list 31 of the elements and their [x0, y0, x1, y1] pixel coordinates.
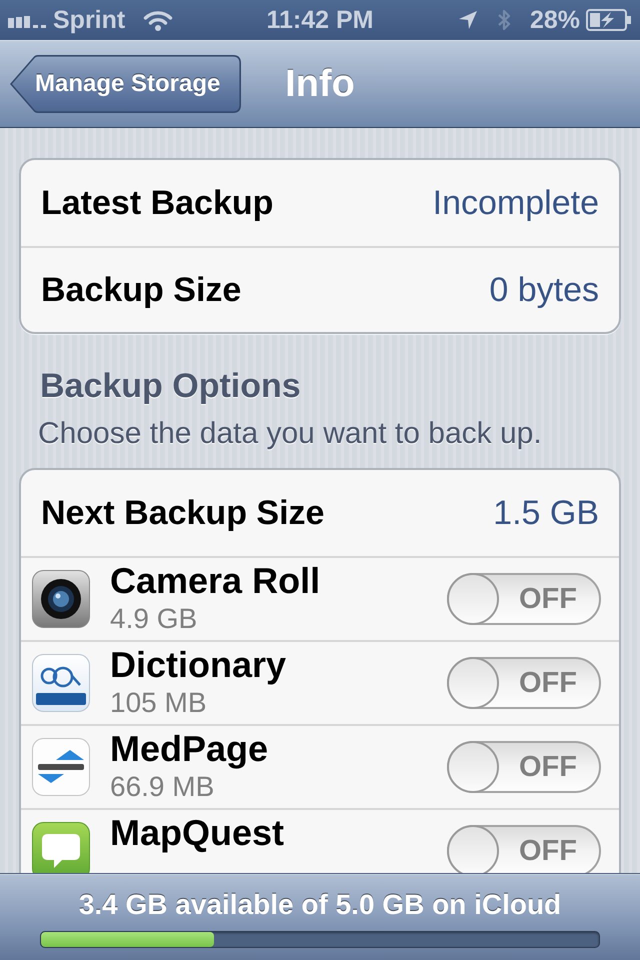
- glasses-icon: [32, 654, 90, 712]
- triangles-icon: [32, 738, 90, 796]
- app-name: Dictionary: [110, 646, 286, 684]
- app-name: MapQuest: [110, 814, 284, 852]
- toggle-switch[interactable]: OFF: [447, 573, 601, 625]
- status-time: 11:42 PM: [266, 5, 374, 35]
- row-label: Next Backup Size: [41, 493, 324, 533]
- app-size: 105 MB: [110, 688, 206, 718]
- storage-summary: 3.4 GB available of 5.0 GB on iCloud: [78, 889, 562, 921]
- row-value: 0 bytes: [489, 270, 599, 310]
- nav-title: Info: [285, 62, 355, 106]
- app-name: MedPage: [110, 730, 268, 768]
- carrier-name: Sprint: [53, 5, 126, 35]
- row-label: Latest Backup: [41, 183, 274, 223]
- wifi-icon: [143, 9, 174, 31]
- toggle-switch[interactable]: OFF: [447, 741, 601, 793]
- app-size: 66.9 MB: [110, 772, 214, 802]
- toggle-switch[interactable]: OFF: [447, 657, 601, 709]
- app-name: Camera Roll: [110, 562, 320, 600]
- row-value: 1.5 GB: [493, 493, 599, 533]
- section-header: Backup Options: [40, 368, 301, 404]
- location-arrow-icon: [458, 10, 478, 30]
- section-description: Choose the data you want to back up.: [38, 418, 542, 450]
- camera-icon: [32, 570, 90, 628]
- row-label: Backup Size: [41, 270, 242, 310]
- bluetooth-icon: [496, 8, 512, 32]
- battery-percentage: 28%: [530, 5, 580, 35]
- battery-charging-icon: [586, 9, 632, 31]
- back-button[interactable]: Manage Storage: [10, 55, 241, 113]
- app-size: 4.9 GB: [110, 604, 198, 634]
- row-value: Incomplete: [432, 183, 599, 223]
